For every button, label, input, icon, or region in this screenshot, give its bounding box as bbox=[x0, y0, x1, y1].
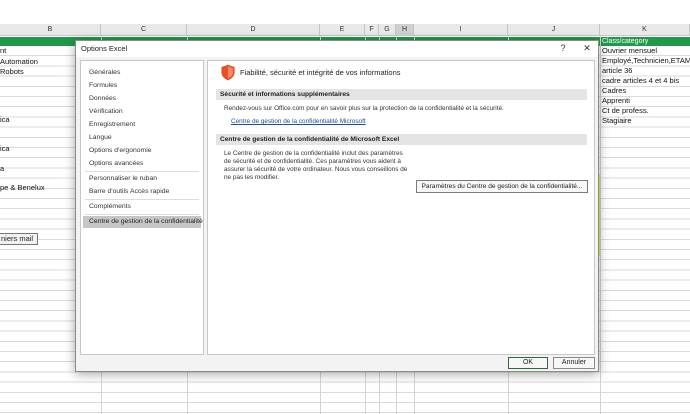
cell-k[interactable]: Stagiaire bbox=[602, 116, 632, 126]
nav-item-accessibility[interactable]: Options d'ergonomie bbox=[83, 145, 201, 157]
nav-item-customize-ribbon[interactable]: Personnaliser le ruban bbox=[83, 173, 201, 185]
security-info-text: Rendez-vous sur Office.com pour en savoi… bbox=[224, 105, 504, 112]
dialog-title: Options Excel bbox=[81, 44, 128, 53]
column-header-d[interactable]: D bbox=[187, 24, 320, 36]
trust-center-description: Le Centre de gestion de la confidentiali… bbox=[224, 150, 408, 181]
section-header-security: Sécurité et informations supplémentaires bbox=[216, 89, 587, 100]
cell-b[interactable]: pe & Benelux bbox=[0, 183, 45, 193]
column-header-f[interactable]: F bbox=[365, 24, 379, 36]
cell-k[interactable]: cadre articles 4 et 4 bis bbox=[602, 76, 679, 86]
nav-divider bbox=[85, 214, 199, 215]
section-header-trust-center: Centre de gestion de la confidentialité … bbox=[216, 134, 587, 145]
nav-divider bbox=[85, 171, 199, 172]
page-heading: Fiabilité, sécurité et intégrité de vos … bbox=[240, 68, 401, 77]
column-header-j[interactable]: J bbox=[508, 24, 600, 36]
sheet-macro-button[interactable]: niers mail bbox=[0, 233, 38, 245]
nav-item-general[interactable]: Générales bbox=[83, 67, 201, 79]
trust-center-panel: Fiabilité, sécurité et intégrité de vos … bbox=[207, 60, 595, 355]
cell-b[interactable]: nt bbox=[0, 46, 6, 56]
cell-k[interactable]: Employé,Technicien,ETAM bbox=[602, 56, 690, 66]
nav-divider bbox=[85, 199, 199, 200]
grid-line bbox=[600, 36, 601, 414]
cell-b[interactable]: Automation bbox=[0, 57, 38, 67]
cell-k-header[interactable]: Class/category bbox=[602, 37, 648, 46]
cell-b[interactable]: ica bbox=[0, 115, 10, 125]
nav-item-advanced[interactable]: Options avancées bbox=[83, 158, 201, 170]
dialog-titlebar[interactable]: Options Excel ? ✕ bbox=[76, 41, 598, 57]
cell-b[interactable]: a bbox=[0, 164, 4, 174]
nav-item-save[interactable]: Enregistrement bbox=[83, 119, 201, 131]
shield-icon bbox=[221, 64, 235, 81]
nav-item-proofing[interactable]: Vérification bbox=[83, 106, 201, 118]
column-header-b[interactable]: B bbox=[0, 24, 101, 36]
nav-item-add-ins[interactable]: Compléments bbox=[83, 201, 201, 213]
column-header-g[interactable]: G bbox=[379, 24, 396, 36]
cell-k[interactable]: Cadres bbox=[602, 86, 626, 96]
nav-item-trust-center[interactable]: Centre de gestion de la confidentialité bbox=[83, 216, 203, 228]
cell-k[interactable]: Apprenti bbox=[602, 96, 630, 106]
cell-k[interactable]: article 36 bbox=[602, 66, 632, 76]
ok-button[interactable]: OK bbox=[508, 357, 548, 369]
column-header-i[interactable]: I bbox=[414, 24, 508, 36]
nav-item-quick-access-toolbar[interactable]: Barre d'outils Accès rapide bbox=[83, 186, 201, 198]
cell-b[interactable]: Robots bbox=[0, 67, 24, 77]
nav-item-language[interactable]: Langue bbox=[83, 132, 201, 144]
cell-k[interactable]: Ct de profess. bbox=[602, 106, 649, 116]
microsoft-trust-center-link[interactable]: Centre de gestion de la confidentialité … bbox=[231, 118, 366, 125]
cell-b[interactable]: ica bbox=[0, 144, 10, 154]
nav-item-formulas[interactable]: Formules bbox=[83, 80, 201, 92]
options-dialog: Options Excel ? ✕ Générales Formules Don… bbox=[75, 40, 599, 372]
column-header-c[interactable]: C bbox=[101, 24, 187, 36]
column-header-bar: B C D E F G H I J K bbox=[0, 24, 690, 36]
cancel-button[interactable]: Annuler bbox=[553, 357, 595, 369]
column-header-k[interactable]: K bbox=[600, 24, 690, 36]
options-nav: Générales Formules Données Vérification … bbox=[80, 60, 204, 355]
help-icon[interactable]: ? bbox=[556, 42, 570, 55]
column-header-e[interactable]: E bbox=[320, 24, 365, 36]
column-header-h[interactable]: H bbox=[396, 24, 414, 36]
trust-center-settings-button[interactable]: Paramètres du Centre de gestion de la co… bbox=[416, 180, 588, 193]
nav-item-data[interactable]: Données bbox=[83, 93, 201, 105]
cell-k[interactable]: Ouvrier mensuel bbox=[602, 46, 657, 56]
close-icon[interactable]: ✕ bbox=[580, 42, 594, 55]
